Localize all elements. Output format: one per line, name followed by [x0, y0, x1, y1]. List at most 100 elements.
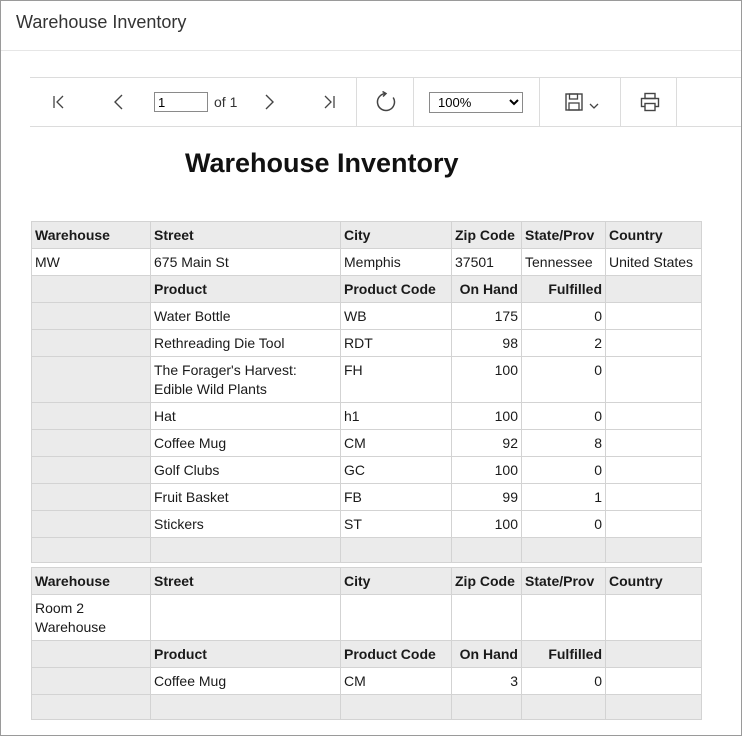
- warehouse-row: Room 2 Warehouse: [31, 594, 702, 641]
- header-street: Street: [150, 221, 341, 249]
- header-warehouse: Warehouse: [31, 567, 151, 595]
- product-fulfilled: 1: [521, 483, 606, 511]
- product-indent: [31, 356, 151, 403]
- product-indent: [31, 302, 151, 330]
- product-name: Stickers: [150, 510, 341, 538]
- footer-cell: [340, 537, 452, 563]
- header-product-code: Product Code: [340, 275, 452, 303]
- header-empty: [605, 275, 702, 303]
- first-page-button[interactable]: [48, 78, 70, 126]
- table-row: Stickers ST 100 0: [31, 510, 702, 538]
- table-row: Golf Clubs GC 100 0: [31, 456, 702, 484]
- toolbar-separator: [413, 78, 414, 126]
- print-button[interactable]: [637, 78, 663, 126]
- product-fulfilled: 0: [521, 356, 606, 403]
- product-on-hand: 99: [451, 483, 522, 511]
- header-street: Street: [150, 567, 341, 595]
- last-page-icon: [324, 95, 335, 109]
- header-city: City: [340, 567, 452, 595]
- product-fulfilled: 0: [521, 667, 606, 695]
- product-name: The Forager's Harvest: Edible Wild Plant…: [150, 356, 341, 403]
- table-row: Rethreading Die Tool RDT 98 2: [31, 329, 702, 357]
- footer-cell: [521, 694, 606, 720]
- product-code: h1: [340, 402, 452, 430]
- table-row: Hat h1 100 0: [31, 402, 702, 430]
- product-indent: [31, 275, 151, 303]
- footer-cell: [451, 537, 522, 563]
- product-empty: [605, 402, 702, 430]
- product-on-hand: 100: [451, 356, 522, 403]
- previous-page-button[interactable]: [108, 78, 130, 126]
- product-on-hand: 175: [451, 302, 522, 330]
- warehouse-header-row: Warehouse Street City Zip Code State/Pro…: [31, 567, 702, 595]
- header-city: City: [340, 221, 452, 249]
- warehouse-row: MW 675 Main St Memphis 37501 Tennessee U…: [31, 248, 702, 276]
- table-row: Coffee Mug CM 3 0: [31, 667, 702, 695]
- header-fulfilled: Fulfilled: [521, 275, 606, 303]
- product-indent: [31, 329, 151, 357]
- table-row: Fruit Basket FB 99 1: [31, 483, 702, 511]
- product-code: CM: [340, 667, 452, 695]
- warehouse-zip: [451, 594, 522, 641]
- warehouse-city: Memphis: [340, 248, 452, 276]
- last-page-button[interactable]: [318, 78, 340, 126]
- header-zip: Zip Code: [451, 221, 522, 249]
- product-on-hand: 100: [451, 402, 522, 430]
- product-fulfilled: 0: [521, 510, 606, 538]
- next-page-button[interactable]: [258, 78, 280, 126]
- header-country: Country: [605, 221, 702, 249]
- product-empty: [605, 329, 702, 357]
- header-warehouse: Warehouse: [31, 221, 151, 249]
- product-on-hand: 3: [451, 667, 522, 695]
- refresh-button[interactable]: [373, 78, 399, 126]
- header-product: Product: [150, 640, 341, 668]
- product-on-hand: 92: [451, 429, 522, 457]
- page-number-input[interactable]: [154, 92, 208, 112]
- next-page-icon: [265, 94, 274, 110]
- footer-cell: [451, 694, 522, 720]
- product-on-hand: 100: [451, 510, 522, 538]
- page-total-label: of 1: [214, 94, 238, 110]
- footer-cell: [605, 537, 702, 563]
- header-fulfilled: Fulfilled: [521, 640, 606, 668]
- product-fulfilled: 0: [521, 402, 606, 430]
- product-indent: [31, 640, 151, 668]
- chevron-down-icon: [589, 103, 599, 109]
- header-state: State/Prov: [521, 221, 606, 249]
- window-title: Warehouse Inventory: [16, 12, 187, 32]
- warehouse-zip: 37501: [451, 248, 522, 276]
- product-indent: [31, 456, 151, 484]
- save-icon: [565, 93, 583, 111]
- product-empty: [605, 429, 702, 457]
- product-code: CM: [340, 429, 452, 457]
- product-name: Rethreading Die Tool: [150, 329, 341, 357]
- product-indent: [31, 402, 151, 430]
- footer-cell: [605, 694, 702, 720]
- product-name: Water Bottle: [150, 302, 341, 330]
- product-empty: [605, 667, 702, 695]
- warehouse-country: [605, 594, 702, 641]
- product-empty: [605, 510, 702, 538]
- zoom-select[interactable]: 100%: [429, 92, 523, 113]
- warehouse-state: Tennessee: [521, 248, 606, 276]
- warehouse-name: Room 2 Warehouse: [31, 594, 151, 641]
- product-name: Coffee Mug: [150, 667, 341, 695]
- refresh-icon: [376, 91, 396, 112]
- product-indent: [31, 510, 151, 538]
- toolbar-separator: [620, 78, 621, 126]
- product-empty: [605, 456, 702, 484]
- product-code: RDT: [340, 329, 452, 357]
- product-code: FH: [340, 356, 452, 403]
- export-button[interactable]: [560, 78, 604, 126]
- warehouse-table-room-2: Warehouse Street City Zip Code State/Pro…: [31, 567, 702, 720]
- warehouse-name: MW: [31, 248, 151, 276]
- toolbar-separator: [356, 78, 357, 126]
- product-code: FB: [340, 483, 452, 511]
- product-fulfilled: 0: [521, 302, 606, 330]
- warehouse-table-mw: Warehouse Street City Zip Code State/Pro…: [31, 221, 702, 563]
- print-icon: [640, 92, 660, 112]
- warehouse-header-row: Warehouse Street City Zip Code State/Pro…: [31, 221, 702, 249]
- product-indent: [31, 483, 151, 511]
- header-on-hand: On Hand: [451, 275, 522, 303]
- header-product-code: Product Code: [340, 640, 452, 668]
